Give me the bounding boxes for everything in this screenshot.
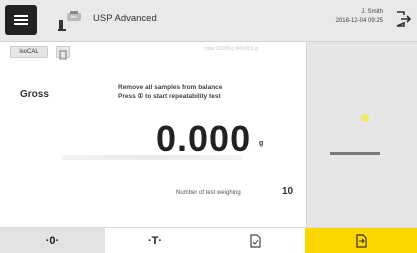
weight-value: 0.000	[156, 118, 252, 159]
capacity-info: max 22000 g d=0.001 g	[205, 46, 258, 52]
method-name[interactable]: USP Advanced	[93, 13, 157, 24]
instruction-line-2: Press ① to start repeatability test	[118, 93, 221, 100]
document-icon	[59, 50, 67, 60]
capacity-bar	[62, 155, 242, 160]
status-indicator	[361, 114, 369, 122]
hamburger-icon-line	[14, 15, 28, 17]
print-button[interactable]	[205, 228, 305, 253]
tare-button[interactable]: ·T·	[105, 228, 205, 253]
protocol-button[interactable]	[56, 46, 70, 60]
app-screen: MH USP Advanced J. Smith 2018-12-04 09:2…	[0, 0, 417, 253]
weight-mode-label: Gross	[20, 89, 49, 100]
user-info: J. Smith 2018-12-04 09:25	[336, 8, 383, 26]
weight-unit: g	[259, 140, 264, 147]
isocal-button[interactable]: isoCAL	[10, 46, 48, 58]
date-time: 2018-12-04 09:25	[335, 18, 383, 24]
hamburger-icon-line	[14, 19, 28, 21]
svg-text:MH: MH	[71, 14, 77, 19]
instruction-text: Remove all samples from balance Press ① …	[118, 83, 222, 101]
hamburger-icon-line	[14, 23, 28, 25]
start-button[interactable]	[305, 228, 417, 253]
logout-icon[interactable]	[395, 10, 411, 28]
document-icon	[250, 234, 261, 248]
menu-button[interactable]	[5, 5, 37, 35]
footer-bar: ·0· ·T·	[0, 227, 417, 253]
instruction-line-1: Remove all samples from balance	[118, 84, 223, 91]
header-bar: MH USP Advanced J. Smith 2018-12-04 09:2…	[0, 0, 417, 42]
test-count-value: 10	[282, 186, 294, 197]
zero-button[interactable]: ·0·	[0, 228, 105, 253]
level-bar	[330, 152, 380, 155]
document-start-icon	[356, 234, 367, 248]
weighing-panel: isoCAL max 22000 g d=0.001 g Gross Remov…	[0, 42, 306, 227]
side-panel	[306, 42, 417, 227]
balance-icon: MH	[58, 11, 81, 31]
user-name: J. Smith	[361, 9, 383, 15]
test-count-label: Number of test weighing	[176, 190, 241, 196]
